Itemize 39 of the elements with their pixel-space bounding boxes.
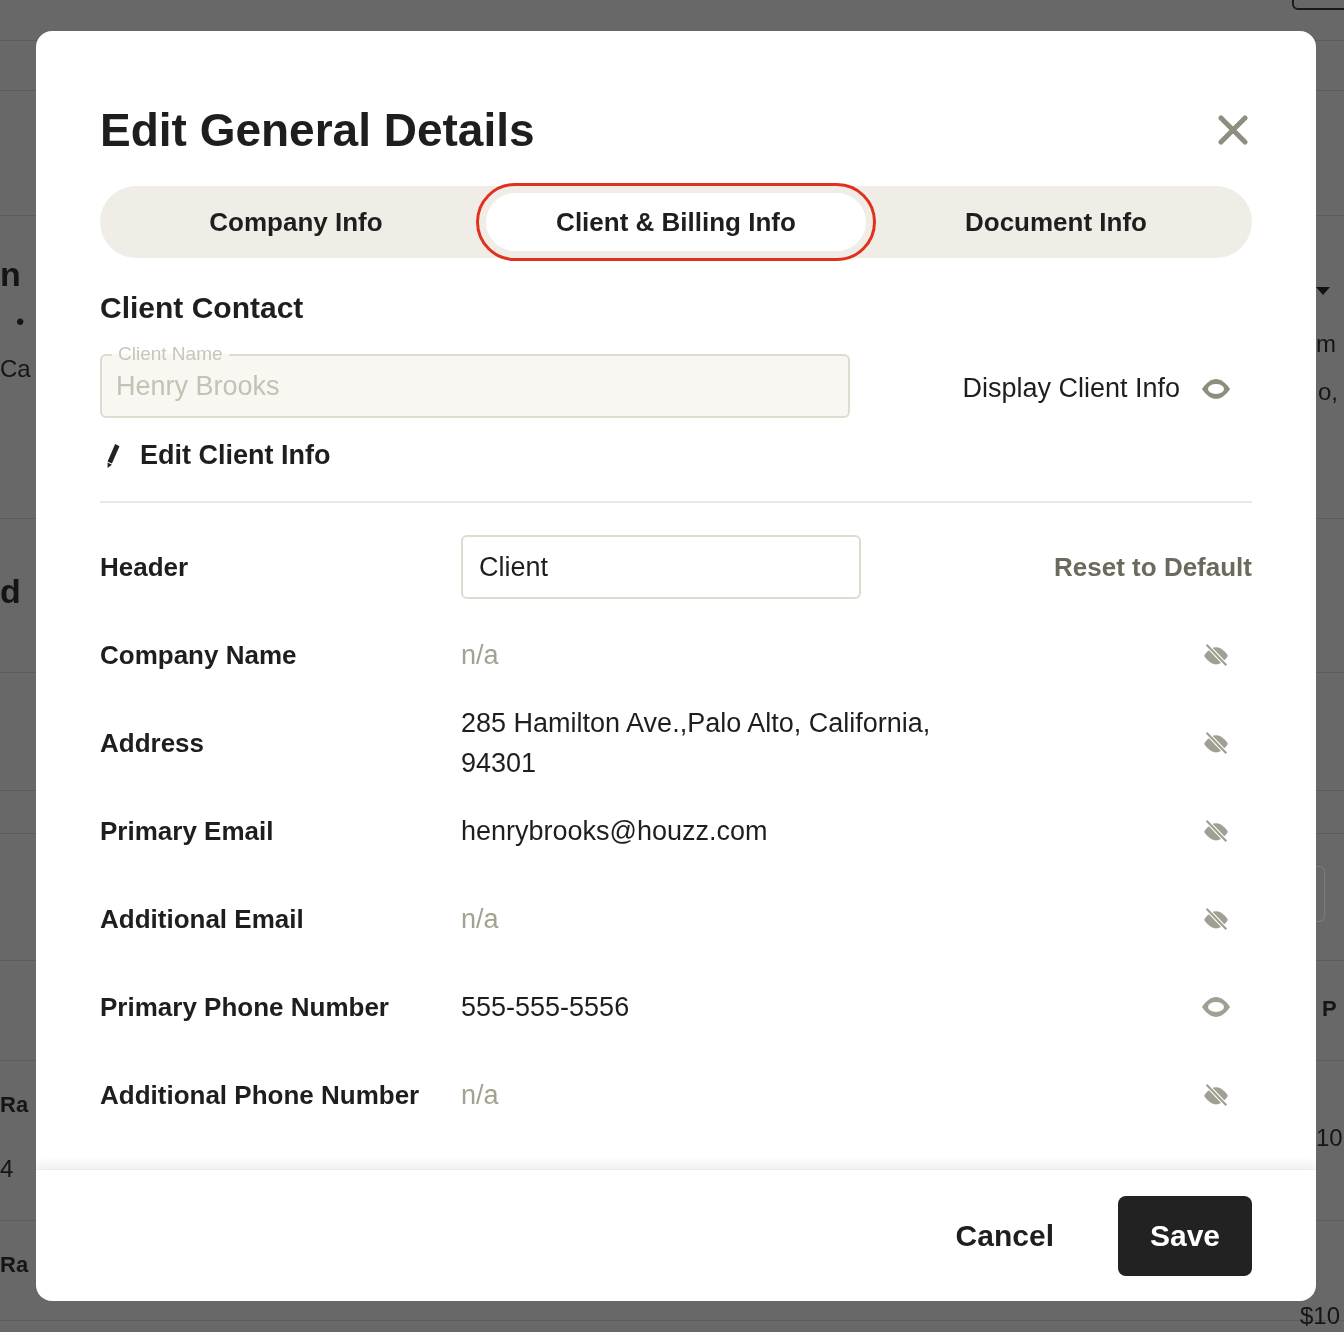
close-icon[interactable] xyxy=(1218,115,1248,145)
field-value: n/a xyxy=(461,1079,500,1112)
field-value: n/a xyxy=(461,903,500,936)
reset-to-default-link[interactable]: Reset to Default xyxy=(1054,551,1252,583)
header-field[interactable]: Client xyxy=(461,535,861,599)
background-text: Ra xyxy=(0,1252,29,1278)
field-label: Additional Phone Number xyxy=(100,1079,421,1111)
background-text: n xyxy=(0,255,21,294)
background-text: Ra xyxy=(0,1092,29,1118)
background-text: Ca xyxy=(0,355,31,383)
background-text: 10 xyxy=(1316,1124,1343,1152)
field-value: 285 Hamilton Ave.,Palo Alto, California, 94301 xyxy=(461,707,932,780)
field-value: n/a xyxy=(461,639,500,672)
field-label: Primary Email xyxy=(100,815,275,847)
dialog-title: Edit General Details xyxy=(100,103,535,158)
background-text: 4 xyxy=(0,1155,14,1183)
background-text: o, xyxy=(1318,378,1338,406)
field-value: 555-555-5556 xyxy=(461,991,631,1024)
background-text: m xyxy=(1316,330,1336,358)
display-client-info-label: Display Client Info xyxy=(962,373,1180,404)
tab[interactable]: Document Info xyxy=(866,193,1246,251)
field-label: Additional Email xyxy=(100,903,305,935)
eye-icon[interactable] xyxy=(1200,376,1232,401)
background-text: P xyxy=(1322,996,1337,1022)
caret-icon xyxy=(1316,287,1330,295)
tab[interactable]: Company Info xyxy=(106,193,486,251)
field-value: henrybrooks@houzz.com xyxy=(461,815,769,848)
cancel-button[interactable]: Cancel xyxy=(955,1218,1054,1253)
background-text: d xyxy=(0,572,21,611)
eye-icon[interactable] xyxy=(1200,995,1232,1019)
field-label: Company Name xyxy=(100,639,298,671)
field-label: Primary Phone Number xyxy=(100,991,390,1023)
save-button[interactable]: Save xyxy=(1118,1195,1252,1276)
background-text: • xyxy=(16,308,25,336)
section-title: Client Contact xyxy=(100,290,305,326)
edit-client-info-link[interactable]: Edit Client Info xyxy=(100,440,331,471)
background-text: $10 xyxy=(1300,1302,1341,1330)
field-label: Header xyxy=(100,551,190,583)
field-label: Address xyxy=(100,727,206,759)
